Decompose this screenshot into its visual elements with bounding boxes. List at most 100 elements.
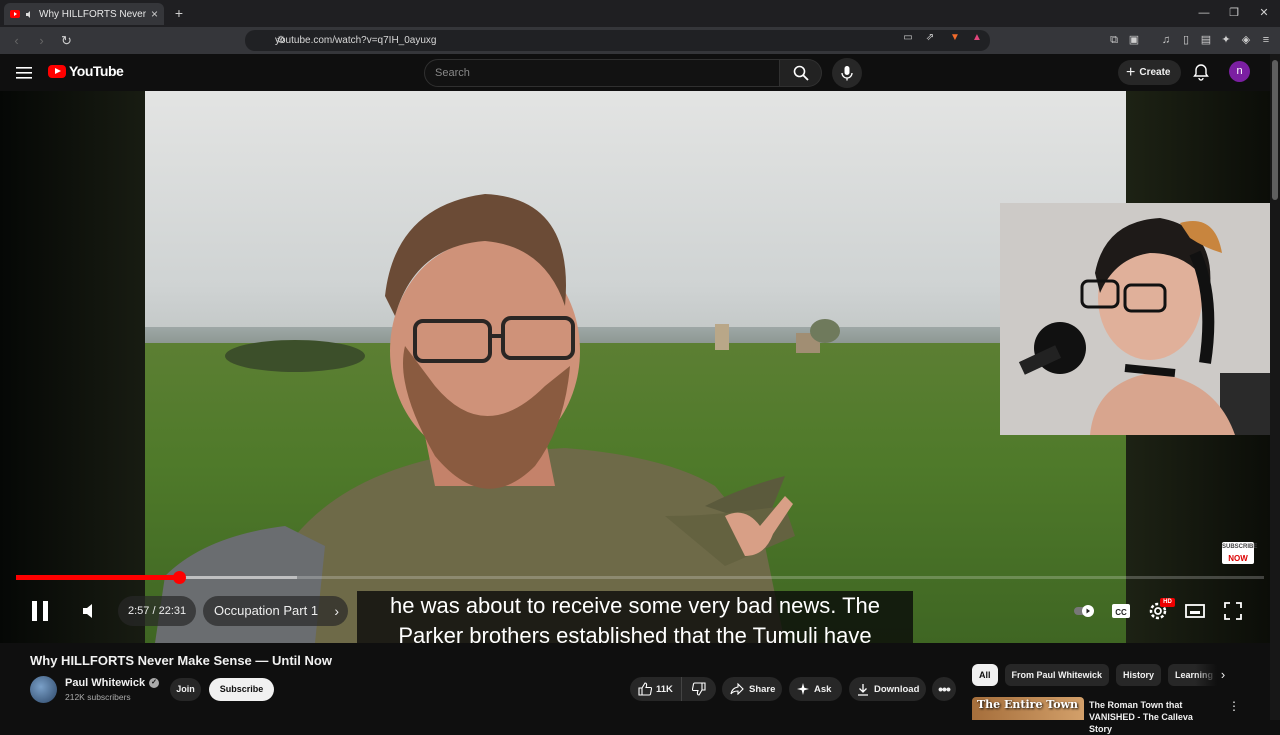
screenshot-icon[interactable]: ▣: [1126, 32, 1142, 48]
voice-search-button[interactable]: [832, 58, 862, 88]
chip-all[interactable]: All: [972, 664, 998, 686]
search-button[interactable]: [780, 59, 822, 87]
channel-name-row[interactable]: Paul Whitewick ✓: [65, 677, 160, 689]
recommendation-filter-chips: All From Paul Whitewick History Learning: [972, 664, 1221, 686]
scrollbar-thumb[interactable]: [1272, 60, 1278, 200]
download-button[interactable]: Download: [849, 677, 926, 701]
thumbs-up-icon: [638, 682, 652, 696]
create-button[interactable]: + Create: [1118, 60, 1182, 85]
chapter-button[interactable]: Occupation Part 1 ›: [203, 596, 349, 626]
channel-avatar[interactable]: [30, 676, 57, 703]
plus-icon: +: [1126, 63, 1136, 81]
new-tab-button[interactable]: +: [170, 4, 188, 22]
more-vertical-icon[interactable]: ⋮: [1228, 698, 1240, 714]
sidebar-icon[interactable]: ▯: [1178, 32, 1194, 48]
user-avatar[interactable]: n: [1229, 61, 1250, 82]
chevron-right-icon: ›: [334, 603, 340, 619]
like-button[interactable]: 11K: [630, 677, 682, 701]
close-window-icon[interactable]: ✕: [1256, 5, 1272, 21]
logo-text: YouTube: [69, 63, 124, 79]
watermark-line-2: NOW: [1228, 554, 1248, 563]
sparkle-icon: [797, 683, 809, 695]
chip-history[interactable]: History: [1116, 664, 1162, 686]
ask-button[interactable]: Ask: [789, 677, 842, 701]
reload-icon[interactable]: ↻: [58, 32, 75, 49]
watermark-line-1: SUBSCRIBE: [1222, 544, 1258, 550]
webcam-overlay: [1000, 203, 1270, 435]
pause-icon[interactable]: [28, 598, 52, 624]
youtube-logo[interactable]: YouTube: [48, 63, 124, 79]
speaker-icon[interactable]: [25, 10, 34, 19]
fullscreen-icon[interactable]: [1222, 600, 1244, 622]
wallet-icon[interactable]: ▤: [1198, 32, 1214, 48]
thumbs-down-icon: [692, 682, 706, 696]
chapter-title: Occupation Part 1: [214, 603, 319, 618]
like-dislike-group: 11K: [630, 677, 716, 701]
search-input[interactable]: [424, 59, 780, 87]
channel-name[interactable]: Paul Whitewick: [65, 677, 145, 689]
search-bar: [424, 59, 822, 87]
install-app-icon[interactable]: ▭: [901, 31, 915, 45]
back-icon[interactable]: ‹: [8, 32, 25, 49]
recommended-thumbnail[interactable]: The Entire Town: [972, 697, 1084, 720]
brave-shield-icon[interactable]: ▼: [948, 31, 962, 45]
close-tab-icon[interactable]: ×: [151, 7, 158, 21]
time-display: 2:57 / 22:31: [118, 596, 197, 626]
music-icon[interactable]: ♫: [1158, 32, 1174, 48]
create-label: Create: [1139, 67, 1171, 78]
video-frame[interactable]: [145, 91, 1126, 643]
hamburger-menu-icon[interactable]: [16, 66, 32, 80]
ask-label: Ask: [814, 683, 832, 695]
microphone-icon: [841, 66, 853, 81]
subtitles-icon[interactable]: CC: [1110, 600, 1132, 622]
youtube-favicon-icon: [10, 10, 20, 18]
site-settings-icon[interactable]: ⚙: [274, 34, 288, 48]
more-horizontal-icon: •••: [938, 681, 951, 697]
share-button[interactable]: Share: [722, 677, 782, 701]
share-page-icon[interactable]: ⇗: [923, 31, 937, 45]
verified-check-icon: ✓: [149, 678, 160, 688]
video-title: Why HILLFORTS Never Make Sense — Until N…: [30, 653, 332, 668]
url-text: youtube.com/watch?v=q7IH_0ayuxg: [275, 35, 437, 46]
player-side-blur-left: [0, 91, 145, 643]
more-actions-button[interactable]: •••: [932, 677, 956, 701]
browser-menu-icon[interactable]: ≡: [1258, 32, 1274, 48]
dislike-button[interactable]: [682, 677, 716, 701]
extensions-icon[interactable]: ⧉: [1106, 32, 1122, 48]
recommended-title[interactable]: The Roman Town that VANISHED - The Calle…: [1089, 699, 1217, 735]
autoplay-toggle-icon[interactable]: [1073, 600, 1095, 622]
video-player[interactable]: he was about to receive some very bad ne…: [0, 91, 1270, 643]
chip-from-channel[interactable]: From Paul Whitewick: [1004, 664, 1110, 686]
vpn-icon[interactable]: ◈: [1238, 32, 1254, 48]
volume-icon[interactable]: [80, 600, 102, 622]
like-count: 11K: [656, 683, 673, 695]
browser-toolbar: ‹ › ↻ ☐ youtube.com/watch?v=q7IH_0ayuxg …: [0, 27, 1280, 54]
theater-mode-icon[interactable]: [1184, 600, 1206, 622]
leo-ai-icon[interactable]: ✦: [1218, 32, 1234, 48]
minimize-icon[interactable]: —: [1196, 5, 1212, 21]
search-icon: [793, 65, 809, 81]
download-label: Download: [874, 683, 920, 695]
download-icon: [858, 683, 868, 696]
subscribe-now-watermark[interactable]: SUBSCRIBE NOW: [1222, 542, 1258, 564]
youtube-play-logo-icon: [48, 64, 66, 78]
thumbnail-text: The Entire Town: [977, 698, 1079, 711]
join-button[interactable]: Join: [170, 678, 201, 701]
notifications-bell-icon[interactable]: [1192, 63, 1210, 81]
chevron-right-icon[interactable]: ›: [1215, 667, 1231, 683]
player-controls: 2:57 / 22:31 Occupation Part 1 › CC: [0, 592, 1270, 632]
url-field[interactable]: youtube.com/watch?v=q7IH_0ayuxg: [245, 30, 990, 51]
video-progress-bar[interactable]: [16, 571, 1264, 584]
brave-rewards-icon[interactable]: ▲: [970, 31, 984, 45]
tab-title: Why HILLFORTS Never Make: [39, 8, 146, 20]
browser-tab[interactable]: Why HILLFORTS Never Make ×: [4, 3, 164, 25]
progress-played: [16, 575, 180, 580]
restore-icon[interactable]: ❐: [1226, 5, 1242, 21]
webcam-streamer-figure: [1000, 203, 1270, 435]
svg-text:CC: CC: [1115, 608, 1127, 617]
forward-icon[interactable]: ›: [33, 32, 50, 49]
youtube-header: YouTube + Create n: [0, 54, 1280, 91]
subscriber-count: 212K subscribers: [65, 692, 131, 702]
page-scrollbar[interactable]: [1270, 54, 1280, 720]
subscribe-button[interactable]: Subscribe: [209, 678, 274, 701]
